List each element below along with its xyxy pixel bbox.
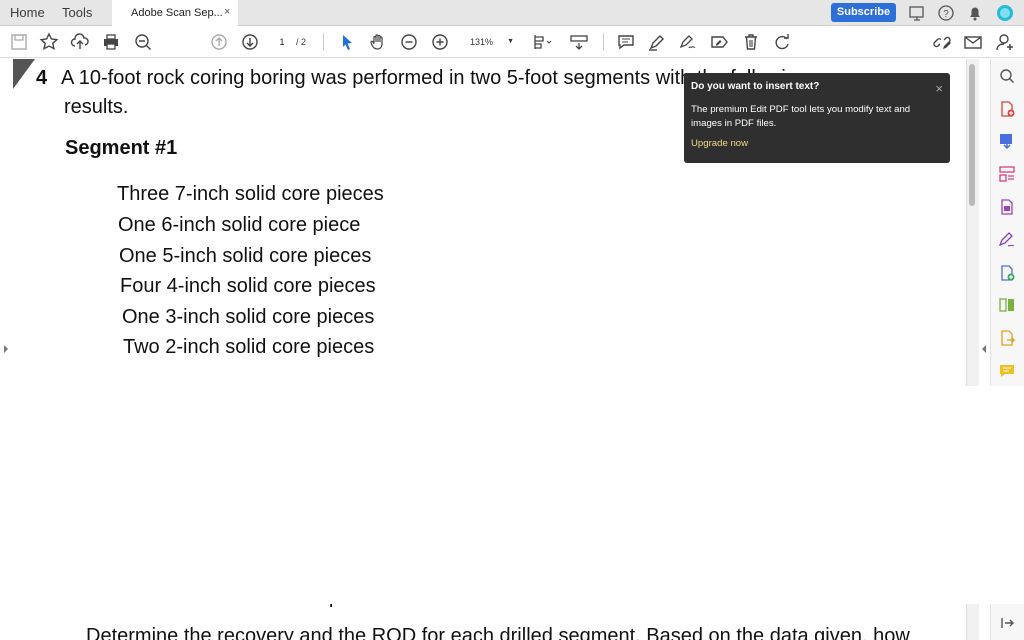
- zoom-level-dropdown[interactable]: 131% ▼: [466, 33, 518, 51]
- hand-tool-icon[interactable]: [367, 31, 389, 53]
- tab-bar: Home Tools Adobe Scan Sep... × Subscribe…: [0, 0, 1024, 26]
- page-number-input[interactable]: 1: [270, 33, 294, 51]
- edit-tag-icon[interactable]: [708, 31, 730, 53]
- scroll-mode-icon[interactable]: [568, 31, 590, 53]
- share-screen-icon[interactable]: [908, 4, 926, 22]
- question-instruction-partial: Determine the recovery and the RQD for e…: [86, 625, 910, 640]
- document-tab[interactable]: Adobe Scan Sep...: [112, 0, 238, 26]
- add-file-icon[interactable]: [997, 263, 1017, 283]
- segment-1-item: Four 4-inch solid core pieces: [120, 275, 376, 297]
- delete-trash-icon[interactable]: [740, 31, 762, 53]
- home-tab[interactable]: Home: [10, 5, 45, 20]
- page-total: / 2: [296, 37, 307, 47]
- close-tab-icon[interactable]: ×: [224, 6, 230, 18]
- tools-tab[interactable]: Tools: [62, 5, 92, 20]
- create-pdf-icon[interactable]: [997, 99, 1017, 119]
- highlight-pen-icon[interactable]: [646, 31, 668, 53]
- help-icon[interactable]: ?: [937, 4, 955, 22]
- zoom-in-icon[interactable]: [429, 31, 451, 53]
- segment-1-title: Segment #1: [65, 137, 178, 159]
- combine-files-icon[interactable]: [997, 295, 1017, 315]
- comment-icon[interactable]: [615, 31, 637, 53]
- segment-1-item: Two 2-inch solid core pieces: [123, 336, 375, 358]
- print-icon[interactable]: [100, 31, 122, 53]
- user-avatar-icon[interactable]: [995, 3, 1015, 23]
- close-icon[interactable]: ×: [935, 81, 943, 96]
- email-icon[interactable]: [962, 31, 984, 53]
- add-user-icon[interactable]: [994, 31, 1016, 53]
- star-icon[interactable]: [38, 31, 60, 53]
- search-icon[interactable]: [997, 66, 1017, 86]
- question-number: 4: [36, 67, 48, 89]
- chevron-down-icon: ▼: [507, 38, 514, 45]
- notifications-bell-icon[interactable]: [966, 4, 984, 22]
- tooltip-body: The premium Edit PDF tool lets you modif…: [691, 104, 911, 129]
- previous-page-icon[interactable]: [208, 31, 230, 53]
- draw-signature-icon[interactable]: [677, 31, 699, 53]
- link-edit-icon[interactable]: [931, 31, 953, 53]
- segment-1-item: One 6-inch solid core piece: [118, 214, 361, 236]
- zoom-level-value: 131%: [470, 37, 494, 47]
- organize-pages-icon[interactable]: [997, 164, 1017, 184]
- tooltip-title: Do you want to insert text?: [691, 81, 820, 92]
- save-icon[interactable]: [8, 31, 30, 53]
- right-panel-toggle-icon[interactable]: [981, 345, 987, 353]
- zoom-search-icon[interactable]: [132, 31, 154, 53]
- segment-1-item: One 5-inch solid core pieces: [119, 245, 372, 267]
- upgrade-now-link[interactable]: Upgrade now: [691, 138, 942, 149]
- unrendered-region: [0, 386, 1024, 604]
- toolbar-divider: [603, 33, 604, 51]
- document-tab-label: Adobe Scan Sep...: [131, 7, 223, 19]
- export-pdf-icon[interactable]: [997, 131, 1017, 151]
- rotate-icon[interactable]: [771, 31, 793, 53]
- segment-1-item: One 3-inch solid core pieces: [122, 306, 375, 328]
- collapse-panel-icon[interactable]: [997, 613, 1017, 633]
- toolbar-divider: [323, 33, 324, 51]
- question-line-2: results.: [64, 96, 129, 118]
- page-fit-icon[interactable]: [530, 31, 552, 53]
- send-for-review-icon[interactable]: [997, 328, 1017, 348]
- comment-tool-icon[interactable]: [997, 361, 1017, 381]
- zoom-out-icon[interactable]: [398, 31, 420, 53]
- left-panel-toggle-icon[interactable]: [3, 345, 9, 353]
- segment-1-item: Three 7-inch solid core pieces: [117, 183, 384, 205]
- svg-text:?: ?: [943, 9, 949, 20]
- insert-text-tooltip: Do you want to insert text? × The premiu…: [684, 73, 950, 163]
- scrollbar-thumb[interactable]: [969, 64, 975, 206]
- fill-sign-icon[interactable]: [997, 230, 1017, 250]
- next-page-icon[interactable]: [239, 31, 261, 53]
- cloud-upload-icon[interactable]: [69, 31, 91, 53]
- compress-pdf-icon[interactable]: [997, 197, 1017, 217]
- select-cursor-icon[interactable]: [336, 31, 358, 53]
- subscribe-button[interactable]: Subscribe: [831, 3, 896, 22]
